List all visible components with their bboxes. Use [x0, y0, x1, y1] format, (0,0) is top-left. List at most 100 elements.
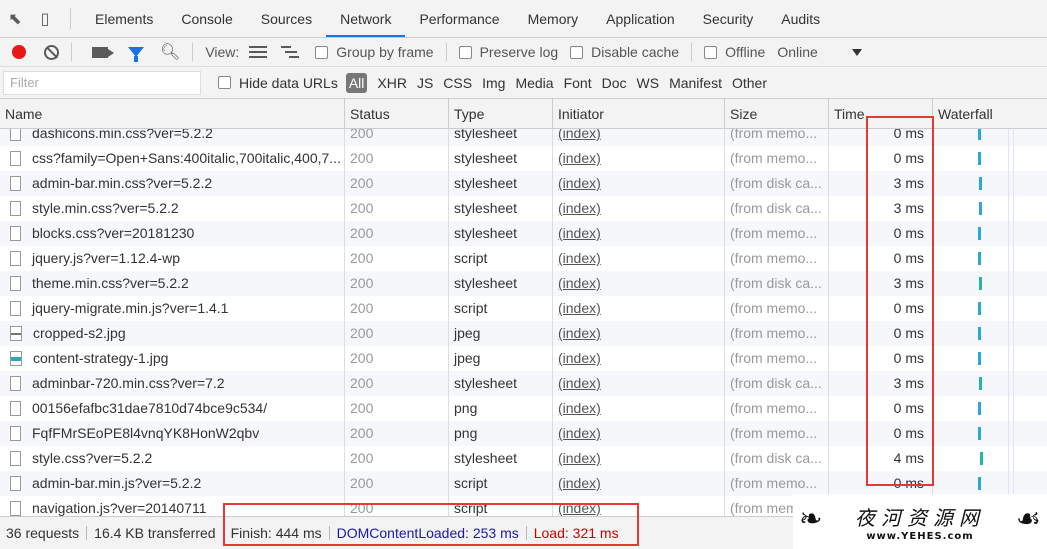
type-filter-doc[interactable]: Doc — [602, 75, 627, 91]
request-type: stylesheet — [449, 446, 553, 471]
waterfall-gridline — [1013, 471, 1014, 496]
chevron-down-icon[interactable] — [851, 48, 862, 56]
offline-checkbox[interactable]: Offline — [704, 44, 765, 60]
clear-icon[interactable] — [44, 44, 59, 60]
request-initiator-link[interactable]: (index) — [558, 200, 601, 216]
request-name-cell[interactable]: theme.min.css?ver=5.2.2 — [0, 271, 345, 296]
request-initiator-link[interactable]: (index) — [558, 425, 601, 441]
column-header-status[interactable]: Status — [345, 99, 449, 129]
column-header-waterfall[interactable]: Waterfall — [933, 99, 1047, 129]
disable-cache-checkbox[interactable]: Disable cache — [570, 44, 679, 60]
type-filter-img[interactable]: Img — [482, 75, 505, 91]
request-initiator-link[interactable]: (index) — [558, 225, 601, 241]
hide-data-urls-checkbox[interactable]: Hide data URLs — [218, 75, 338, 91]
request-initiator-link[interactable]: (index) — [558, 375, 601, 391]
type-filter-ws[interactable]: WS — [637, 75, 660, 91]
request-name-cell[interactable]: css?family=Open+Sans:400italic,700italic… — [0, 146, 345, 171]
checkbox-icon[interactable] — [218, 76, 231, 89]
type-filter-all[interactable]: All — [345, 72, 368, 93]
request-size: (from disk ca... — [725, 371, 829, 396]
request-name-cell[interactable]: style.css?ver=5.2.2 — [0, 446, 345, 471]
request-initiator-cell: (index) — [553, 371, 725, 396]
network-toolbar: 🔍︎ View: Group by frame Preserve log Dis… — [0, 38, 1047, 67]
tab-audits[interactable]: Audits — [767, 0, 834, 37]
request-name: theme.min.css?ver=5.2.2 — [32, 275, 189, 291]
waterfall-cell — [933, 321, 1047, 346]
file-icon — [10, 476, 21, 491]
request-initiator-link[interactable]: (index) — [558, 450, 601, 466]
request-name-cell[interactable]: admin-bar.min.js?ver=5.2.2 — [0, 471, 345, 496]
request-name-cell[interactable]: jquery-migrate.min.js?ver=1.4.1 — [0, 296, 345, 321]
request-initiator-link[interactable]: (index) — [558, 300, 601, 316]
column-header-initiator[interactable]: Initiator — [553, 99, 725, 129]
request-initiator-link[interactable]: (index) — [558, 475, 601, 491]
request-name-cell[interactable]: jquery.js?ver=1.12.4-wp — [0, 246, 345, 271]
request-name: blocks.css?ver=20181230 — [32, 225, 195, 241]
group-by-frame-checkbox[interactable]: Group by frame — [315, 44, 434, 60]
request-status: 200 — [345, 446, 449, 471]
device-toolbar-icon[interactable]: ▯ — [30, 0, 60, 37]
checkbox-icon[interactable] — [458, 45, 472, 59]
tab-elements[interactable]: Elements — [81, 0, 167, 37]
type-filter-other[interactable]: Other — [732, 75, 767, 91]
request-name-cell[interactable]: content-strategy-1.jpg — [0, 346, 345, 371]
capture-screenshots-icon[interactable] — [92, 46, 114, 58]
waterfall-gridline — [1013, 346, 1014, 371]
request-initiator-link[interactable]: (index) — [558, 150, 601, 166]
request-name-cell[interactable]: cropped-s2.jpg — [0, 321, 345, 346]
column-header-type[interactable]: Type — [449, 99, 553, 129]
tab-network[interactable]: Network — [326, 0, 406, 37]
checkbox-icon[interactable] — [315, 45, 329, 59]
waterfall-bar — [979, 377, 982, 390]
request-initiator-link[interactable]: (index) — [558, 350, 601, 366]
column-header-name[interactable]: Name — [0, 99, 345, 129]
type-filter-media[interactable]: Media — [515, 75, 553, 91]
large-rows-icon[interactable] — [249, 46, 268, 58]
tab-memory[interactable]: Memory — [514, 0, 593, 37]
request-initiator-link[interactable]: (index) — [558, 250, 601, 266]
search-icon[interactable]: 🔍︎ — [160, 42, 180, 62]
tab-application[interactable]: Application — [592, 0, 689, 37]
request-initiator-link[interactable]: (index) — [558, 175, 601, 191]
request-type: script — [449, 246, 553, 271]
filter-bar: Hide data URLs All XHR JS CSS Img Media … — [0, 67, 1047, 99]
request-initiator-link[interactable]: (index) — [558, 325, 601, 341]
column-header-size[interactable]: Size — [725, 99, 829, 129]
request-name-cell[interactable]: 00156efafbc31dae7810d74bce9c534/ — [0, 396, 345, 421]
inspect-element-icon[interactable]: ⬉ — [0, 0, 30, 37]
waterfall-gridline — [1013, 246, 1014, 271]
record-icon[interactable] — [12, 45, 26, 59]
waterfall-bar — [978, 302, 981, 315]
overview-icon[interactable] — [281, 46, 300, 58]
type-filter-css[interactable]: CSS — [443, 75, 472, 91]
filter-icon[interactable] — [128, 47, 144, 62]
waterfall-gridline — [1008, 421, 1009, 446]
request-size: (from memo... — [725, 471, 829, 496]
checkbox-icon[interactable] — [704, 45, 718, 59]
type-filter-font[interactable]: Font — [564, 75, 592, 91]
preserve-log-checkbox[interactable]: Preserve log — [458, 44, 558, 60]
request-name-cell[interactable]: adminbar-720.min.css?ver=7.2 — [0, 371, 345, 396]
type-filter-xhr[interactable]: XHR — [377, 75, 407, 91]
request-name-cell[interactable]: admin-bar.min.css?ver=5.2.2 — [0, 171, 345, 196]
request-initiator-link[interactable]: (index) — [558, 275, 601, 291]
type-filter-manifest[interactable]: Manifest — [669, 75, 722, 91]
tab-performance[interactable]: Performance — [405, 0, 513, 37]
waterfall-bar — [978, 252, 981, 265]
type-filter-js[interactable]: JS — [417, 75, 433, 91]
request-count: 36 requests — [6, 525, 80, 541]
waterfall-gridline — [1013, 371, 1014, 396]
waterfall-gridline — [1013, 421, 1014, 446]
filter-input[interactable] — [3, 70, 201, 95]
checkbox-icon[interactable] — [570, 45, 584, 59]
transferred-size: 16.4 KB transferred — [94, 525, 216, 541]
tab-sources[interactable]: Sources — [247, 0, 326, 37]
tab-security[interactable]: Security — [689, 0, 768, 37]
tab-console[interactable]: Console — [167, 0, 246, 37]
waterfall-bar — [978, 352, 981, 365]
throttling-select[interactable]: Online — [777, 44, 817, 60]
request-name-cell[interactable]: FqfFMrSEoPE8l4vnqYK8HonW2qbv — [0, 421, 345, 446]
request-name-cell[interactable]: style.min.css?ver=5.2.2 — [0, 196, 345, 221]
request-initiator-link[interactable]: (index) — [558, 400, 601, 416]
request-name-cell[interactable]: blocks.css?ver=20181230 — [0, 221, 345, 246]
